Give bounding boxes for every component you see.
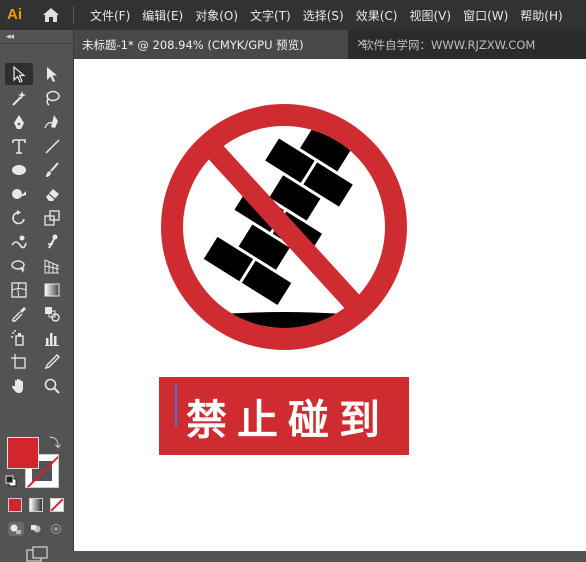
perspective-grid-tool-icon[interactable] bbox=[38, 255, 66, 277]
ellipse-tool-icon[interactable] bbox=[5, 159, 33, 181]
puppet-warp-tool-icon[interactable] bbox=[38, 231, 66, 253]
eraser-tool-icon[interactable] bbox=[38, 183, 66, 205]
tools-panel: ◂◂ ⤵ bbox=[0, 30, 74, 562]
zoom-tool-icon[interactable] bbox=[38, 375, 66, 397]
warp-tool-icon[interactable] bbox=[5, 231, 33, 253]
curvature-tool-icon[interactable] bbox=[38, 111, 66, 133]
menu-edit[interactable]: 编辑(E) bbox=[136, 7, 189, 24]
rotate-tool-icon[interactable] bbox=[5, 207, 33, 229]
magic-wand-tool-icon[interactable] bbox=[5, 87, 33, 109]
caption-banner[interactable]: 禁止碰到 bbox=[159, 377, 409, 455]
menu-effect[interactable]: 效果(C) bbox=[350, 7, 404, 24]
default-colors-icon[interactable] bbox=[5, 475, 17, 487]
line-segment-tool-icon[interactable] bbox=[38, 135, 66, 157]
menu-help[interactable]: 帮助(H) bbox=[514, 7, 568, 24]
gradient-tool-icon[interactable] bbox=[38, 279, 66, 301]
symbol-sprayer-tool-icon[interactable] bbox=[5, 327, 33, 349]
artboard-canvas[interactable]: 禁止碰到 bbox=[74, 59, 586, 551]
caption-text[interactable]: 禁止碰到 bbox=[186, 386, 390, 446]
document-tab-bar: 未标题-1* @ 208.94% (CMYK/GPU 预览) × 软件自学网：W… bbox=[74, 30, 586, 59]
hand-tool-icon[interactable] bbox=[5, 375, 33, 397]
draw-behind-icon[interactable] bbox=[28, 522, 44, 536]
prohibition-sign bbox=[161, 104, 407, 350]
app-logo[interactable]: Ai bbox=[7, 5, 29, 25]
collapse-panel-icon[interactable]: ◂◂ bbox=[6, 32, 14, 42]
slice-tool-icon[interactable] bbox=[38, 351, 66, 373]
type-tool-icon[interactable] bbox=[5, 135, 33, 157]
menu-file[interactable]: 文件(F) bbox=[84, 7, 136, 24]
draw-normal-icon[interactable] bbox=[8, 522, 24, 536]
menu-bar: Ai 文件(F) 编辑(E) 对象(O) 文字(T) 选择(S) 效果(C) 视… bbox=[0, 0, 586, 30]
document-tab[interactable]: 未标题-1* @ 208.94% (CMYK/GPU 预览) × bbox=[74, 30, 366, 59]
direct-selection-tool-icon[interactable] bbox=[38, 63, 66, 85]
document-tab-label: 未标题-1* @ 208.94% (CMYK/GPU 预览) bbox=[82, 37, 304, 52]
color-mode-icon[interactable] bbox=[8, 498, 22, 512]
pen-tool-icon[interactable] bbox=[5, 111, 33, 133]
swap-fill-stroke-icon[interactable]: ⤵ bbox=[49, 434, 61, 451]
panel-grip[interactable] bbox=[0, 43, 73, 48]
mesh-tool-icon[interactable] bbox=[5, 279, 33, 301]
home-icon[interactable] bbox=[41, 5, 61, 25]
selection-tool-icon[interactable] bbox=[5, 63, 33, 85]
draw-inside-icon[interactable] bbox=[48, 522, 64, 536]
menu-window[interactable]: 窗口(W) bbox=[457, 7, 514, 24]
lasso-tool-icon[interactable] bbox=[38, 87, 66, 109]
shaper-tool-icon[interactable] bbox=[5, 183, 33, 205]
menu-object[interactable]: 对象(O) bbox=[189, 7, 244, 24]
text-insertion-cursor bbox=[175, 385, 177, 427]
artboard-tool-icon[interactable] bbox=[5, 351, 33, 373]
blend-tool-icon[interactable] bbox=[38, 303, 66, 325]
watermark-text: 软件自学网：WWW.RJZXW.COM bbox=[362, 38, 536, 52]
screen-mode-icon[interactable] bbox=[26, 546, 48, 562]
menu-divider bbox=[73, 6, 74, 24]
paintbrush-tool-icon[interactable] bbox=[38, 159, 66, 181]
eyedropper-tool-icon[interactable] bbox=[5, 303, 33, 325]
menu-view[interactable]: 视图(V) bbox=[403, 7, 457, 24]
scale-tool-icon[interactable] bbox=[38, 207, 66, 229]
gradient-mode-icon[interactable] bbox=[29, 498, 43, 512]
brick bbox=[241, 260, 292, 306]
menu-select[interactable]: 选择(S) bbox=[297, 7, 350, 24]
none-mode-icon[interactable] bbox=[50, 498, 64, 512]
fill-color-swatch[interactable] bbox=[7, 437, 39, 469]
column-graph-tool-icon[interactable] bbox=[38, 327, 66, 349]
menu-type[interactable]: 文字(T) bbox=[244, 7, 297, 24]
shape-builder-tool-icon[interactable] bbox=[5, 255, 33, 277]
